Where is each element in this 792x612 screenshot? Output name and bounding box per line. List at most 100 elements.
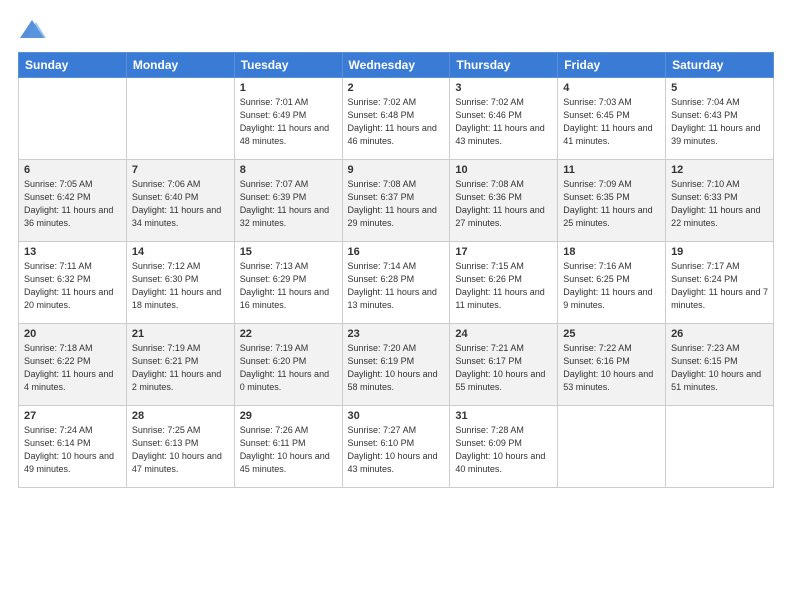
calendar-cell: 20 Sunrise: 7:18 AM Sunset: 6:22 PM Dayli…: [19, 324, 127, 406]
day-number: 5: [671, 82, 768, 94]
day-number: 31: [455, 410, 552, 422]
calendar-cell: 29 Sunrise: 7:26 AM Sunset: 6:11 PM Dayli…: [234, 406, 342, 488]
calendar-cell: 8 Sunrise: 7:07 AM Sunset: 6:39 PM Daylig…: [234, 160, 342, 242]
logo: [18, 16, 50, 44]
day-info: Sunrise: 7:05 AM Sunset: 6:42 PM Dayligh…: [24, 178, 121, 230]
calendar-cell: 5 Sunrise: 7:04 AM Sunset: 6:43 PM Daylig…: [666, 78, 774, 160]
day-number: 8: [240, 164, 337, 176]
calendar-header-row: SundayMondayTuesdayWednesdayThursdayFrid…: [19, 53, 774, 78]
calendar-cell: [19, 78, 127, 160]
calendar-week-2: 6 Sunrise: 7:05 AM Sunset: 6:42 PM Daylig…: [19, 160, 774, 242]
calendar-week-3: 13 Sunrise: 7:11 AM Sunset: 6:32 PM Dayli…: [19, 242, 774, 324]
day-info: Sunrise: 7:03 AM Sunset: 6:45 PM Dayligh…: [563, 96, 660, 148]
day-header-friday: Friday: [558, 53, 666, 78]
day-number: 10: [455, 164, 552, 176]
calendar-cell: 6 Sunrise: 7:05 AM Sunset: 6:42 PM Daylig…: [19, 160, 127, 242]
calendar-cell: 30 Sunrise: 7:27 AM Sunset: 6:10 PM Dayli…: [342, 406, 450, 488]
day-info: Sunrise: 7:18 AM Sunset: 6:22 PM Dayligh…: [24, 342, 121, 394]
calendar-cell: 13 Sunrise: 7:11 AM Sunset: 6:32 PM Dayli…: [19, 242, 127, 324]
logo-icon: [18, 16, 46, 44]
calendar-cell: 31 Sunrise: 7:28 AM Sunset: 6:09 PM Dayli…: [450, 406, 558, 488]
calendar-cell: 23Sunrise: 7:20 AM Sunset: 6:19 PM Dayli…: [342, 324, 450, 406]
day-info: Sunrise: 7:27 AM Sunset: 6:10 PM Dayligh…: [348, 424, 445, 476]
day-header-tuesday: Tuesday: [234, 53, 342, 78]
calendar-cell: 4 Sunrise: 7:03 AM Sunset: 6:45 PM Daylig…: [558, 78, 666, 160]
day-info: Sunrise: 7:25 AM Sunset: 6:13 PM Dayligh…: [132, 424, 229, 476]
day-number: 1: [240, 82, 337, 94]
day-info: Sunrise: 7:08 AM Sunset: 6:36 PM Dayligh…: [455, 178, 552, 230]
day-number: 26: [671, 328, 768, 340]
day-info: Sunrise: 7:09 AM Sunset: 6:35 PM Dayligh…: [563, 178, 660, 230]
day-number: 11: [563, 164, 660, 176]
calendar-cell: [558, 406, 666, 488]
calendar-cell: 26 Sunrise: 7:23 AM Sunset: 6:15 PM Dayli…: [666, 324, 774, 406]
day-info: Sunrise: 7:21 AM Sunset: 6:17 PM Dayligh…: [455, 342, 552, 394]
calendar-table: SundayMondayTuesdayWednesdayThursdayFrid…: [18, 52, 774, 488]
day-number: 14: [132, 246, 229, 258]
day-number: 21: [132, 328, 229, 340]
day-info: Sunrise: 7:24 AM Sunset: 6:14 PM Dayligh…: [24, 424, 121, 476]
day-info: Sunrise: 7:06 AM Sunset: 6:40 PM Dayligh…: [132, 178, 229, 230]
calendar-week-4: 20 Sunrise: 7:18 AM Sunset: 6:22 PM Dayli…: [19, 324, 774, 406]
day-info: Sunrise: 7:02 AM Sunset: 6:46 PM Dayligh…: [455, 96, 552, 148]
day-number: 30: [348, 410, 445, 422]
page: SundayMondayTuesdayWednesdayThursdayFrid…: [0, 0, 792, 498]
day-header-wednesday: Wednesday: [342, 53, 450, 78]
day-number: 2: [348, 82, 445, 94]
day-header-sunday: Sunday: [19, 53, 127, 78]
day-info: Sunrise: 7:15 AM Sunset: 6:26 PM Dayligh…: [455, 260, 552, 312]
calendar-cell: 17 Sunrise: 7:15 AM Sunset: 6:26 PM Dayli…: [450, 242, 558, 324]
day-info: Sunrise: 7:28 AM Sunset: 6:09 PM Dayligh…: [455, 424, 552, 476]
day-number: 15: [240, 246, 337, 258]
day-number: 9: [348, 164, 445, 176]
day-info: Sunrise: 7:04 AM Sunset: 6:43 PM Dayligh…: [671, 96, 768, 148]
day-number: 6: [24, 164, 121, 176]
day-info: Sunrise: 7:01 AM Sunset: 6:49 PM Dayligh…: [240, 96, 337, 148]
day-info: Sunrise: 7:14 AM Sunset: 6:28 PM Dayligh…: [348, 260, 445, 312]
day-info: Sunrise: 7:12 AM Sunset: 6:30 PM Dayligh…: [132, 260, 229, 312]
calendar-cell: 16 Sunrise: 7:14 AM Sunset: 6:28 PM Dayli…: [342, 242, 450, 324]
calendar-cell: 15 Sunrise: 7:13 AM Sunset: 6:29 PM Dayli…: [234, 242, 342, 324]
calendar-week-1: 1 Sunrise: 7:01 AM Sunset: 6:49 PM Daylig…: [19, 78, 774, 160]
day-info: Sunrise: 7:19 AM Sunset: 6:21 PM Dayligh…: [132, 342, 229, 394]
calendar-cell: 12Sunrise: 7:10 AM Sunset: 6:33 PM Dayli…: [666, 160, 774, 242]
calendar-cell: 22Sunrise: 7:19 AM Sunset: 6:20 PM Dayli…: [234, 324, 342, 406]
calendar-cell: 9Sunrise: 7:08 AM Sunset: 6:37 PM Daylig…: [342, 160, 450, 242]
day-number: 27: [24, 410, 121, 422]
day-info: Sunrise: 7:16 AM Sunset: 6:25 PM Dayligh…: [563, 260, 660, 312]
calendar-cell: 25 Sunrise: 7:22 AM Sunset: 6:16 PM Dayli…: [558, 324, 666, 406]
day-number: 20: [24, 328, 121, 340]
day-info: Sunrise: 7:23 AM Sunset: 6:15 PM Dayligh…: [671, 342, 768, 394]
calendar-cell: 2 Sunrise: 7:02 AM Sunset: 6:48 PM Daylig…: [342, 78, 450, 160]
calendar-cell: 14 Sunrise: 7:12 AM Sunset: 6:30 PM Dayli…: [126, 242, 234, 324]
day-info: Sunrise: 7:07 AM Sunset: 6:39 PM Dayligh…: [240, 178, 337, 230]
calendar-week-5: 27 Sunrise: 7:24 AM Sunset: 6:14 PM Dayli…: [19, 406, 774, 488]
day-info: Sunrise: 7:11 AM Sunset: 6:32 PM Dayligh…: [24, 260, 121, 312]
calendar-cell: 28 Sunrise: 7:25 AM Sunset: 6:13 PM Dayli…: [126, 406, 234, 488]
calendar-cell: 10 Sunrise: 7:08 AM Sunset: 6:36 PM Dayli…: [450, 160, 558, 242]
day-number: 3: [455, 82, 552, 94]
day-info: Sunrise: 7:26 AM Sunset: 6:11 PM Dayligh…: [240, 424, 337, 476]
calendar-cell: 7Sunrise: 7:06 AM Sunset: 6:40 PM Daylig…: [126, 160, 234, 242]
calendar-cell: 21 Sunrise: 7:19 AM Sunset: 6:21 PM Dayli…: [126, 324, 234, 406]
day-number: 4: [563, 82, 660, 94]
calendar-cell: 19Sunrise: 7:17 AM Sunset: 6:24 PM Dayli…: [666, 242, 774, 324]
day-number: 19: [671, 246, 768, 258]
day-number: 17: [455, 246, 552, 258]
calendar-cell: 1 Sunrise: 7:01 AM Sunset: 6:49 PM Daylig…: [234, 78, 342, 160]
calendar-cell: [666, 406, 774, 488]
day-info: Sunrise: 7:22 AM Sunset: 6:16 PM Dayligh…: [563, 342, 660, 394]
day-number: 28: [132, 410, 229, 422]
day-info: Sunrise: 7:02 AM Sunset: 6:48 PM Dayligh…: [348, 96, 445, 148]
day-number: 16: [348, 246, 445, 258]
day-header-saturday: Saturday: [666, 53, 774, 78]
day-number: 25: [563, 328, 660, 340]
day-number: 23: [348, 328, 445, 340]
day-info: Sunrise: 7:13 AM Sunset: 6:29 PM Dayligh…: [240, 260, 337, 312]
day-number: 29: [240, 410, 337, 422]
day-number: 13: [24, 246, 121, 258]
calendar-cell: 11 Sunrise: 7:09 AM Sunset: 6:35 PM Dayli…: [558, 160, 666, 242]
day-info: Sunrise: 7:19 AM Sunset: 6:20 PM Dayligh…: [240, 342, 337, 394]
calendar-cell: 3 Sunrise: 7:02 AM Sunset: 6:46 PM Daylig…: [450, 78, 558, 160]
calendar-cell: 24Sunrise: 7:21 AM Sunset: 6:17 PM Dayli…: [450, 324, 558, 406]
